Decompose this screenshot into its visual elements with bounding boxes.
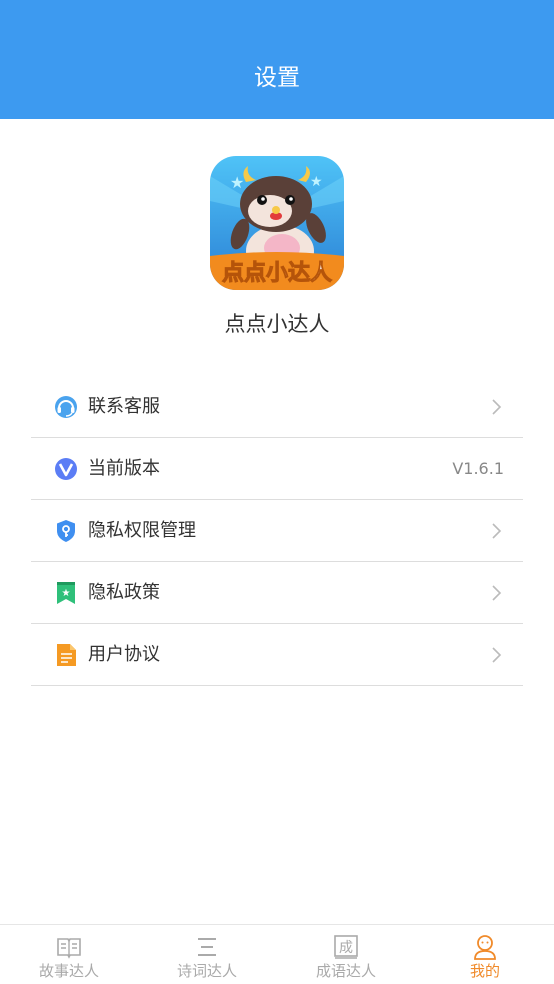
logo-text: 点点小达人	[222, 260, 332, 286]
page-title: 设置	[254, 65, 300, 91]
svg-text:★: ★	[230, 173, 244, 192]
chevron-right-icon	[491, 584, 503, 602]
svg-text:成: 成	[339, 940, 353, 956]
tab-label: 诗词达人	[176, 962, 237, 980]
idiom-icon: 成	[332, 933, 360, 961]
tab-poem[interactable]: 诗词达人	[138, 925, 276, 984]
bottom-tab-bar: 故事达人 诗词达人 成 成语达人 我的	[0, 924, 554, 984]
tab-mine[interactable]: 我的	[416, 925, 554, 984]
shield-key-icon	[53, 518, 79, 544]
bookmark-star-icon: ★	[53, 580, 79, 606]
menu-item-label: 联系客服	[88, 396, 160, 417]
tab-idiom[interactable]: 成 成语达人	[277, 925, 415, 984]
tab-label: 故事达人	[38, 962, 99, 980]
menu-item-current-version[interactable]: 当前版本 V1.6.1	[31, 438, 523, 500]
menu-item-privacy-permissions[interactable]: 隐私权限管理	[31, 500, 523, 562]
menu-item-label: 隐私权限管理	[88, 520, 196, 541]
tab-label: 成语达人	[315, 962, 376, 980]
menu-item-label: 隐私政策	[88, 582, 160, 603]
menu-item-label: 用户协议	[88, 644, 160, 665]
version-icon	[53, 456, 79, 482]
chevron-right-icon	[491, 646, 503, 664]
menu-item-label: 当前版本	[88, 458, 160, 479]
poem-icon	[193, 933, 221, 961]
svg-text:★: ★	[310, 174, 323, 190]
app-logo: ★ ★ 点点小达人	[210, 156, 344, 290]
chevron-right-icon	[491, 522, 503, 540]
header-bar: 设置	[0, 0, 554, 119]
app-name: 点点小达人	[224, 312, 330, 336]
chevron-right-icon	[491, 398, 503, 416]
profile-icon	[471, 933, 499, 961]
book-icon	[55, 933, 83, 961]
menu-item-privacy-policy[interactable]: ★ 隐私政策	[31, 562, 523, 624]
settings-menu: 联系客服 当前版本 V1.6.1 隐私权限管理 ★ 隐私政策 用户协议	[31, 376, 523, 686]
document-icon	[53, 642, 79, 668]
menu-item-user-agreement[interactable]: 用户协议	[31, 624, 523, 686]
version-value: V1.6.1	[452, 459, 504, 478]
menu-item-contact-support[interactable]: 联系客服	[31, 376, 523, 438]
headset-icon	[53, 394, 79, 420]
tab-label: 我的	[469, 962, 500, 980]
tab-story[interactable]: 故事达人	[0, 925, 138, 984]
svg-text:★: ★	[62, 588, 71, 599]
